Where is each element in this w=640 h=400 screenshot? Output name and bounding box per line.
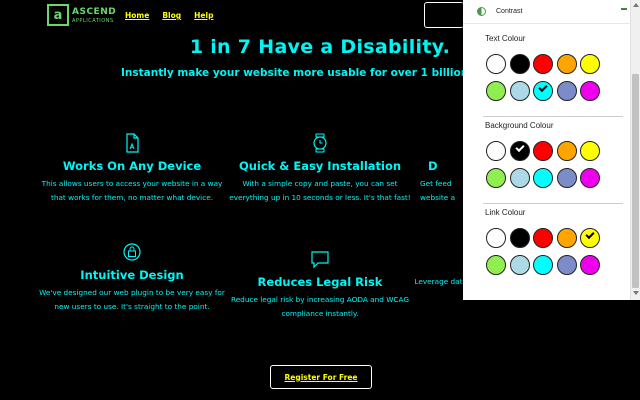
feature-intuitive-design: Intuitive Design We've designed our web …: [39, 242, 225, 314]
logo-wordmark: ASCEND APPLICATIONS: [72, 7, 116, 24]
link-colour-swatch[interactable]: [556, 228, 577, 248]
feature-text: We've designed our web plugin to be very…: [39, 288, 225, 311]
feature-works-on-any-device: Works On Any Device This allows users to…: [39, 133, 225, 205]
background-colour-swatch[interactable]: [580, 141, 600, 161]
feature-reduces-legal-risk: Reduces Legal Risk Reduce legal risk by …: [227, 249, 413, 321]
scroll-down-icon[interactable]: [633, 291, 639, 295]
link-colour-swatch[interactable]: [486, 255, 506, 275]
background-colour-swatch[interactable]: [556, 168, 577, 188]
text-colour-swatch[interactable]: [486, 81, 506, 101]
feature-title: D: [428, 159, 438, 173]
feature-title: Reduces Legal Risk: [257, 275, 383, 289]
feature-text: Get feed website a: [420, 179, 456, 202]
nav-blog-link[interactable]: Blog: [162, 11, 181, 20]
background-colour-swatch[interactable]: [486, 141, 506, 161]
section-divider: [483, 203, 623, 204]
background-colour-swatch[interactable]: [509, 141, 530, 161]
header-button[interactable]: [424, 2, 464, 28]
panel-header: Contrast: [463, 0, 640, 24]
chat-bubble-icon: [311, 251, 329, 269]
feature-quick-easy-installation: Quick & Easy Installation With a simple …: [227, 133, 413, 205]
text-colour-swatch[interactable]: [509, 54, 530, 74]
link-colour-swatch[interactable]: [580, 228, 600, 248]
minimize-icon[interactable]: [621, 8, 627, 10]
text-colour-label: Text Colour: [485, 34, 526, 43]
panel-title: Contrast: [496, 8, 523, 15]
background-colour-swatch[interactable]: [486, 168, 506, 188]
logo-line2: APPLICATIONS: [72, 17, 114, 24]
logo-line1: ASCEND: [72, 6, 117, 17]
feature-text: Reduce legal risk by increasing AODA and…: [230, 295, 410, 318]
lock-icon: [123, 243, 141, 261]
text-colour-swatch[interactable]: [580, 54, 600, 74]
text-colour-swatch[interactable]: [556, 81, 577, 101]
smartwatch-icon: [313, 133, 327, 153]
feature-text: With a simple copy and paste, you can se…: [229, 179, 411, 202]
text-colour-swatch[interactable]: [486, 54, 506, 74]
background-colour-swatch[interactable]: [509, 168, 530, 188]
nav-home-link[interactable]: Home: [125, 11, 149, 20]
checkmark-icon: [514, 142, 525, 153]
checkmark-icon: [585, 229, 595, 240]
section-divider: [483, 116, 623, 117]
feature-partial: D Get feed website a: [420, 133, 464, 205]
scroll-up-icon[interactable]: [633, 3, 639, 7]
feature-title: Quick & Easy Installation: [238, 159, 402, 173]
feature-title: Intuitive Design: [80, 268, 184, 282]
contrast-icon: [477, 7, 486, 16]
text-colour-swatch[interactable]: [509, 81, 530, 101]
link-colour-label: Link Colour: [485, 208, 526, 217]
link-colour-swatch[interactable]: [580, 255, 600, 275]
logo-mark: a: [47, 4, 69, 26]
scroll-thumb[interactable]: [632, 74, 639, 288]
mobile-device-icon: [126, 133, 139, 153]
link-colour-swatch[interactable]: [486, 228, 506, 248]
text-colour-swatch[interactable]: [533, 81, 553, 101]
nav-help-link[interactable]: Help: [194, 11, 213, 20]
feature-title: Works On Any Device: [62, 159, 202, 173]
link-colour-swatch[interactable]: [556, 255, 577, 275]
main-nav: Home Blog Help: [125, 11, 213, 20]
hero-subtitle: Instantly make your website more usable …: [121, 67, 512, 79]
text-colour-swatch[interactable]: [533, 54, 553, 74]
link-colour-swatch[interactable]: [533, 255, 553, 275]
link-colour-swatch[interactable]: [509, 228, 530, 248]
background-colour-swatch[interactable]: [580, 168, 600, 188]
panel-scrollbar[interactable]: [630, 0, 640, 300]
background-colour-swatch[interactable]: [533, 168, 553, 188]
link-colour-swatch[interactable]: [533, 228, 553, 248]
text-colour-swatch[interactable]: [556, 54, 577, 74]
background-colour-swatch[interactable]: [533, 141, 553, 161]
background-colour-swatch[interactable]: [556, 141, 577, 161]
link-colour-swatch[interactable]: [509, 255, 530, 275]
feature-text: This allows users to access your website…: [41, 179, 223, 202]
text-colour-swatch[interactable]: [580, 81, 600, 101]
checkmark-icon: [538, 82, 548, 93]
contrast-panel: Contrast Text Colour Background Colour Lin…: [463, 0, 640, 300]
background-colour-label: Background Colour: [485, 121, 554, 130]
register-button[interactable]: Register For Free: [270, 365, 372, 389]
logo[interactable]: a ASCEND APPLICATIONS: [47, 4, 116, 26]
